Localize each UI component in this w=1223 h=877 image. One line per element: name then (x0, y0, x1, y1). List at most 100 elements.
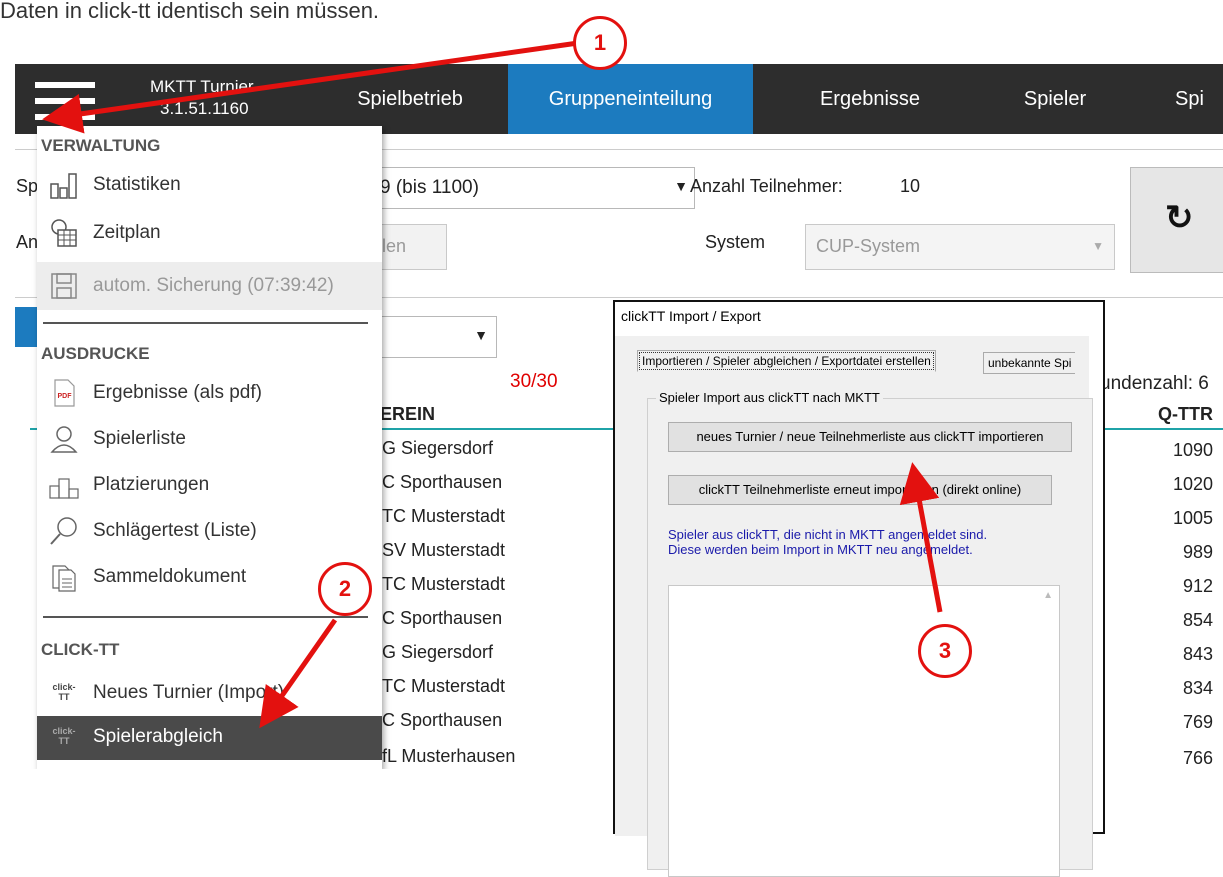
menu-item-neues-turnier[interactable]: click-TT Neues Turnier (Import) (37, 672, 382, 714)
menu-item-statistiken[interactable]: Statistiken (37, 164, 382, 206)
annotation-badge-2: 2 (318, 562, 372, 616)
app-name: MKTT Turnier (150, 77, 254, 96)
tab-unbekannte[interactable]: unbekannte Spi (983, 352, 1076, 374)
row-1-verein: G Siegersdorf (382, 438, 494, 458)
menu-item-zeitplan[interactable]: Zeitplan (37, 212, 382, 254)
menu-item-schlaegertest[interactable]: Schlägertest (Liste) (37, 510, 382, 552)
row-5-verein: TC Musterstadt (382, 574, 506, 594)
row-3-verein: TC Musterstadt (382, 506, 506, 526)
top-bar: MKTT Turnier 3.1.51.1160 Spielbetrieb Gr… (15, 64, 1223, 134)
group-title: Spieler Import aus clickTT nach MKTT (656, 390, 883, 405)
menu-separator (43, 616, 368, 618)
row-7-verein: G Siegersdorf (382, 642, 494, 662)
row-3-ttr: 1005 (1172, 508, 1213, 528)
nav-gruppeneinteilung[interactable]: Gruppeneinteilung (508, 64, 753, 134)
menu-item-platzierungen[interactable]: Platzierungen (37, 464, 382, 506)
row-9-verein: C Sporthausen (382, 710, 503, 730)
section-ausdrucke: AUSDRUCKE (41, 344, 150, 363)
menu-item-label: Neues Turnier (Import) (93, 682, 285, 703)
menu-item-label: Spielerliste (93, 428, 186, 449)
row-7-ttr: 843 (1182, 644, 1213, 664)
row-10-verein: fL Musterhausen (382, 746, 516, 766)
reimport-button[interactable]: clickTT Teilnehmerliste erneut importier… (668, 475, 1052, 505)
import-new-button[interactable]: neues Turnier / neue Teilnehmerliste aus… (668, 422, 1072, 452)
refresh-icon: ↻ (1165, 199, 1194, 237)
row-8-ttr: 834 (1182, 678, 1213, 698)
person-icon (50, 426, 78, 453)
column-header-qttr[interactable]: Q-TTR (1153, 404, 1213, 425)
row-10-ttr: 766 (1182, 748, 1213, 768)
menu-item-label: Statistiken (93, 174, 181, 195)
menu-item-label: Schlägertest (Liste) (93, 520, 257, 541)
row-6-verein: C Sporthausen (382, 608, 503, 628)
dialog-title: clickTT Import / Export (621, 308, 761, 324)
app-title: MKTT Turnier 3.1.51.1160 (150, 76, 254, 120)
pdf-icon: PDF (54, 379, 75, 407)
row-5-ttr: 912 (1182, 576, 1213, 596)
nav-spieler[interactable]: Spieler (1000, 64, 1110, 134)
player-listbox[interactable]: ▲ (668, 585, 1060, 877)
menu-item-ergebnisse-pdf[interactable]: PDF Ergebnisse (als pdf) (37, 372, 382, 414)
hamburger-menu-icon[interactable] (35, 82, 95, 120)
clicktt-logo-icon: click-TT (52, 682, 76, 702)
info-line-1: Spieler aus clickTT, die nicht in MKTT a… (668, 527, 988, 542)
rundenzahl-label: undenzahl: 6 (1100, 373, 1209, 394)
menu-item-spielerliste[interactable]: Spielerliste (37, 418, 382, 460)
column-header-verein[interactable]: EREIN (380, 404, 435, 425)
menu-item-label: Platzierungen (93, 474, 210, 495)
nav-ergebnisse[interactable]: Ergebnisse (790, 64, 950, 134)
menu-item-spielerabgleich[interactable]: click-TT Spielerabgleich (37, 716, 382, 760)
podium-icon (49, 478, 79, 499)
competition-select[interactable]: 9 (bis 1100) ▼ (355, 167, 695, 209)
calendar-clock-icon (51, 219, 77, 247)
menu-item-sicherung[interactable]: autom. Sicherung (07:39:42) (37, 262, 382, 310)
system-select[interactable]: CUP-System ▼ (805, 224, 1115, 270)
bar-chart-icon (50, 173, 77, 199)
menu-item-label: Ergebnisse (als pdf) (93, 382, 262, 403)
dialog-body: Importieren / Spieler abgleichen / Expor… (615, 336, 1093, 877)
menu-separator (43, 322, 368, 324)
nav-spielbetrieb[interactable]: Spielbetrieb (340, 64, 480, 134)
row-2-verein: C Sporthausen (382, 472, 503, 492)
refresh-button[interactable]: ↻ (1130, 167, 1223, 273)
anzahl-value: 10 (900, 176, 921, 196)
magnifier-icon (50, 517, 77, 545)
nav-spi[interactable]: Spi (1175, 64, 1223, 134)
tab-import[interactable]: Importieren / Spieler abgleichen / Expor… (637, 350, 936, 372)
chevron-down-icon: ▼ (474, 327, 488, 343)
menu-item-label: Spielerabgleich (93, 726, 223, 747)
row-9-ttr: 769 (1182, 712, 1213, 732)
apply-button-label: llen (378, 236, 407, 256)
label-sp: Sp (16, 176, 39, 196)
row-2-ttr: 1020 (1172, 474, 1213, 494)
import-group: Spieler Import aus clickTT nach MKTT neu… (647, 390, 1093, 877)
row-6-ttr: 854 (1182, 610, 1213, 630)
annotation-badge-3: 3 (918, 624, 972, 678)
clicktt-dialog: clickTT Import / Export Importieren / Sp… (613, 300, 1105, 877)
chevron-down-icon: ▼ (1092, 239, 1104, 253)
app-version: 3.1.51.1160 (160, 99, 249, 118)
scroll-up-icon[interactable]: ▲ (1043, 590, 1053, 601)
row-1-ttr: 1090 (1172, 440, 1213, 460)
player-count: 30/30 (510, 371, 558, 392)
clicktt-logo-icon: click-TT (52, 726, 76, 746)
anzahl-label: Anzahl Teilnehmer: (690, 176, 843, 196)
pdf-icon-text: PDF (58, 393, 73, 400)
section-verwaltung: VERWALTUNG (41, 136, 161, 155)
section-clicktt: CLICK-TT (41, 640, 120, 659)
competition-value: 9 (bis 1100) (380, 177, 479, 198)
menu-item-label: Sammeldokument (93, 566, 247, 587)
system-label: System (705, 232, 766, 252)
row-4-ttr: 989 (1182, 542, 1213, 562)
label-an: An (16, 232, 39, 252)
menu-item-label: Zeitplan (93, 222, 161, 243)
annotation-badge-1: 1 (573, 16, 627, 70)
info-line-2: Diese werden beim Import in MKTT neu ang… (668, 542, 973, 557)
system-value: CUP-System (816, 236, 921, 256)
row-8-verein: TC Musterstadt (382, 676, 506, 696)
save-icon (51, 273, 77, 299)
row-4-verein: SV Musterstadt (382, 540, 506, 560)
documents-icon (52, 565, 76, 592)
chevron-down-icon: ▼ (674, 178, 688, 194)
main-menu: VERWALTUNG Statistiken Zeitplan autom. S… (37, 126, 382, 769)
